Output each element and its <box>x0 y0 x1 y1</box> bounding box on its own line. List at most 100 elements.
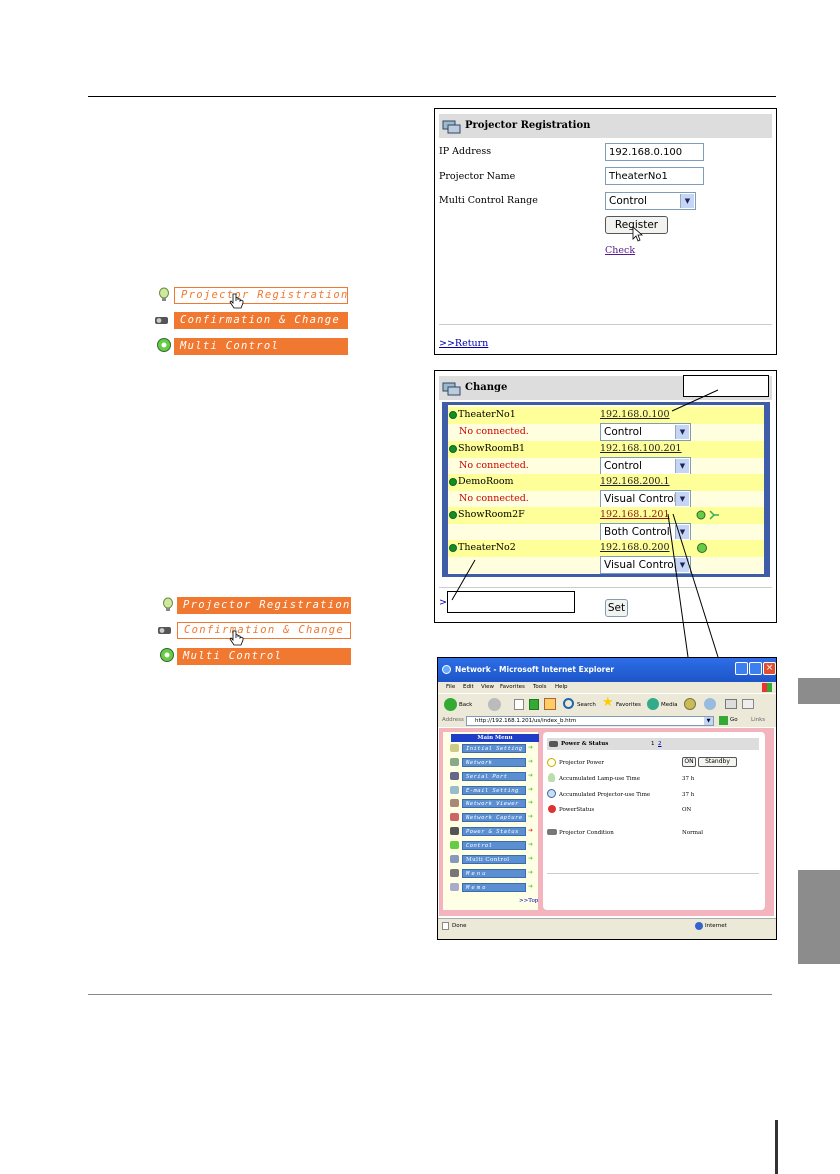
forward-icon[interactable] <box>488 698 501 711</box>
left-menu-serial-port[interactable]: Serial Port <box>462 772 526 781</box>
control-icon <box>450 841 459 849</box>
favorites-star-icon[interactable]: ★ <box>602 696 614 710</box>
browser-toolbar: Back Search ★ Favorites Media <box>438 693 776 715</box>
projector-icon <box>547 829 557 835</box>
projector-icon <box>450 827 459 835</box>
network-capture-icon <box>450 813 459 821</box>
stop-icon[interactable] <box>514 699 524 710</box>
arrow-right-icon: ➜ <box>528 744 534 751</box>
print-icon[interactable] <box>725 699 737 709</box>
left-menu-title: Main Menu <box>451 734 539 742</box>
left-menu-network-viewer[interactable]: Network Viewer <box>462 799 526 808</box>
page-area: Main Menu Initial Setting ➜ Network ➜ Seri… <box>439 728 774 916</box>
ie-icon <box>442 665 451 674</box>
address-label: Address <box>442 717 464 723</box>
menu-edit[interactable]: Edit <box>463 684 474 690</box>
row-label: Accumulated Projector-use Time <box>559 792 651 798</box>
status-done: Done <box>452 923 467 929</box>
home-icon[interactable] <box>544 698 556 710</box>
power-icon <box>547 758 556 767</box>
go-arrow-icon[interactable] <box>719 716 728 725</box>
edit-icon[interactable] <box>742 699 754 709</box>
arrow-right-icon: ➜ <box>528 799 534 806</box>
multi-control-icon <box>450 855 459 863</box>
browser-status-bar: Done Internet <box>438 918 776 939</box>
arrow-right-icon: ➜ <box>528 855 534 862</box>
menu-tools[interactable]: Tools <box>533 684 547 690</box>
left-menu-multi-control[interactable]: Multi Control <box>462 855 526 864</box>
left-menu-menu[interactable]: Menu <box>462 869 526 878</box>
favorites-label: Favorites <box>616 702 641 708</box>
arrow-right-icon: ➜ <box>528 813 534 820</box>
menu-file[interactable]: File <box>446 684 455 690</box>
menu-view[interactable]: View <box>481 684 494 690</box>
row-label: Projector Condition <box>559 830 614 836</box>
browser-title: Network - Microsoft Internet Explorer <box>455 665 615 674</box>
chevron-down-icon[interactable]: ▼ <box>704 717 713 725</box>
page-1-label: 1 <box>651 741 655 747</box>
browser-title-bar: Network - Microsoft Internet Explorer × <box>438 658 776 682</box>
memo-icon <box>450 883 459 891</box>
media-label: Media <box>661 702 678 708</box>
links-label[interactable]: Links <box>751 717 765 723</box>
search-icon[interactable] <box>563 698 574 709</box>
left-menu-network[interactable]: Network <box>462 758 526 767</box>
row-value: 37 h <box>682 792 695 798</box>
arrow-right-icon: ➜ <box>528 869 534 876</box>
menu-help[interactable]: Help <box>555 684 568 690</box>
history-icon[interactable] <box>684 698 696 710</box>
network-viewer-icon <box>450 799 459 807</box>
lamp-icon <box>548 773 555 782</box>
internet-globe-icon <box>695 922 703 930</box>
serial-port-icon <box>450 772 459 780</box>
initial-setting-icon <box>450 744 459 752</box>
content-divider <box>547 873 759 874</box>
refresh-icon[interactable] <box>529 699 539 710</box>
search-label: Search <box>577 702 596 708</box>
menu-icon <box>450 869 459 877</box>
callout-lines <box>451 389 719 658</box>
power-on-button[interactable]: ON <box>682 757 696 767</box>
page-2-link[interactable]: 2 <box>658 741 662 747</box>
page-icon <box>442 922 449 930</box>
left-menu-memo[interactable]: Memo <box>462 883 526 892</box>
row-label: Accumulated Lamp-use Time <box>559 776 640 782</box>
close-button[interactable]: × <box>763 662 776 675</box>
arrow-right-icon: ➜ <box>528 786 534 793</box>
power-status-icon <box>548 805 556 813</box>
back-icon[interactable] <box>444 698 457 711</box>
maximize-button[interactable] <box>749 662 762 675</box>
left-menu-power-status[interactable]: Power & Status <box>462 827 526 836</box>
browser-menu-bar: File Edit View Favorites Tools Help <box>438 682 776 693</box>
projector-icon <box>549 741 558 747</box>
top-link[interactable]: >>Top <box>519 898 538 904</box>
row-value: 37 h <box>682 776 695 782</box>
media-icon[interactable] <box>647 698 659 710</box>
left-menu: Main Menu Initial Setting ➜ Network ➜ Seri… <box>443 732 539 910</box>
row-label: PowerStatus <box>559 807 595 813</box>
address-bar: Address http://192.168.1.201/us/index_b.… <box>438 715 776 727</box>
arrow-right-icon: ➜ <box>528 841 534 848</box>
row-label: Projector Power <box>559 760 604 766</box>
arrow-right-icon: ➜ <box>528 883 534 890</box>
email-icon <box>450 786 459 794</box>
content-title: Power & Status <box>561 741 609 747</box>
row-value: Normal <box>682 830 704 836</box>
network-icon <box>450 758 459 766</box>
address-value: http://192.168.1.201/us/index_b.htm <box>475 718 577 724</box>
status-zone: Internet <box>705 923 727 929</box>
row-value: ON <box>682 807 692 813</box>
go-label[interactable]: Go <box>730 717 738 723</box>
minimize-button[interactable] <box>735 662 748 675</box>
left-menu-email-setting[interactable]: E-mail Setting <box>462 786 526 795</box>
arrow-right-icon: ➜ <box>528 827 534 834</box>
mail-icon[interactable] <box>704 698 716 710</box>
left-menu-control[interactable]: Control <box>462 841 526 850</box>
left-menu-initial-setting[interactable]: Initial Setting <box>462 744 526 753</box>
left-menu-network-capture[interactable]: Network Capture <box>462 813 526 822</box>
address-input[interactable]: http://192.168.1.201/us/index_b.htm ▼ <box>466 716 714 726</box>
menu-favorites[interactable]: Favorites <box>500 684 525 690</box>
windows-logo-icon <box>762 683 772 692</box>
power-standby-button[interactable]: Standby <box>698 757 737 767</box>
clock-icon <box>547 789 556 798</box>
